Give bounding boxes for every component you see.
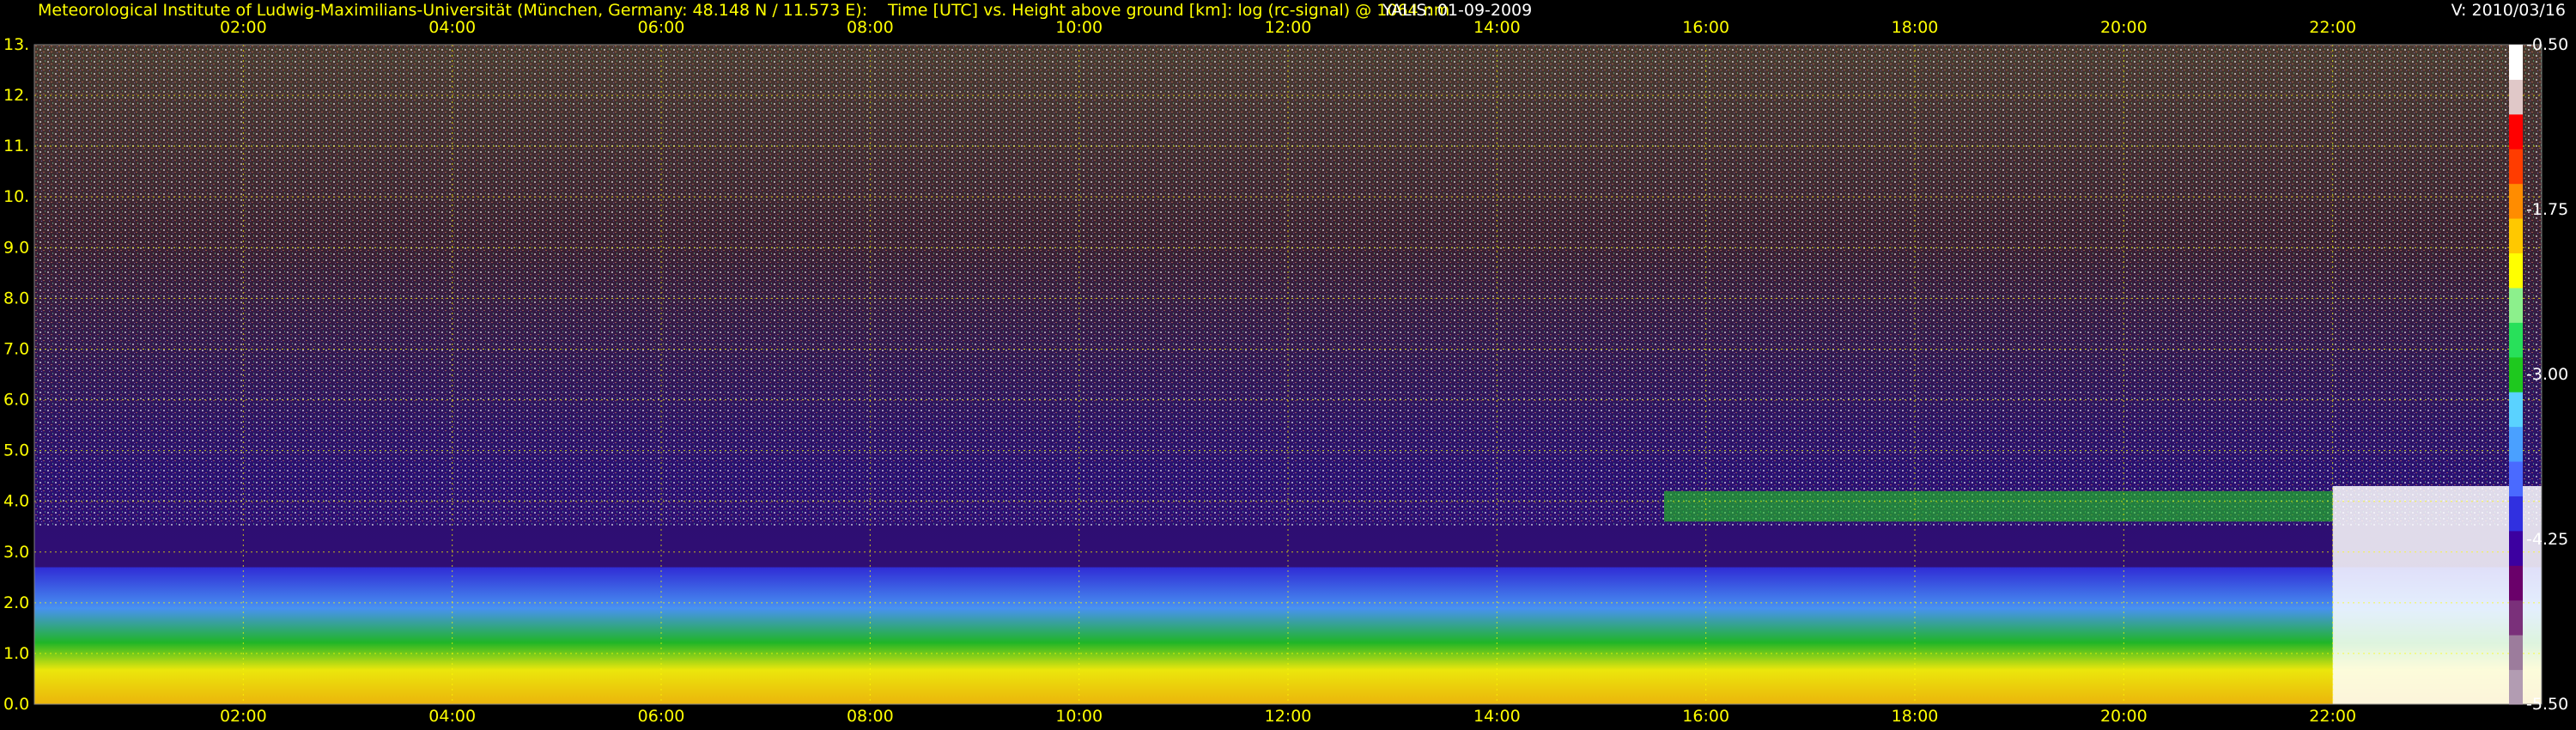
colorbar-segment: [2509, 599, 2523, 636]
y-tick-label: 6.0: [3, 391, 29, 410]
y-tick-labels: 0.0 1.0 2.0 3.0 4.0 5.0 6.0 7.0 8.0 9.0 10. 11. 12. 1…: [3, 35, 29, 714]
colorbar-segment: [2509, 252, 2523, 289]
colorbar-segment: [2509, 635, 2523, 671]
x-tick-label-top: 20:00: [2100, 18, 2148, 37]
x-tick-label-bottom: 06:00: [638, 707, 685, 726]
colorbar-segment: [2509, 149, 2523, 185]
x-tick-label-top: 06:00: [638, 18, 685, 37]
y-tick-label: 2.0: [3, 593, 29, 612]
x-tick-label-bottom: 18:00: [1892, 707, 1939, 726]
colorbar-segment: [2509, 530, 2523, 566]
x-tick-label-top: 02:00: [220, 18, 267, 37]
x-tick-label-top: 12:00: [1265, 18, 1312, 37]
x-tick-label-bottom: 04:00: [428, 707, 476, 726]
chart-title: Time [UTC] vs. Height above ground [km]:…: [887, 1, 1449, 20]
y-tick-label: 3.0: [3, 543, 29, 562]
x-tick-label-bottom: 10:00: [1055, 707, 1103, 726]
y-tick-label: 1.0: [3, 644, 29, 663]
x-tick-label-top: 08:00: [847, 18, 894, 37]
x-tick-label-bottom: 16:00: [1682, 707, 1729, 726]
colorbar-tick-label: -0.50: [2526, 35, 2568, 54]
x-tick-label-top: 18:00: [1892, 18, 1939, 37]
colorbar-segment: [2509, 356, 2523, 392]
y-tick-label: 12.: [3, 86, 29, 105]
colorbar-segment: [2509, 183, 2523, 219]
colorbar-segment: [2509, 322, 2523, 358]
colorbar-tick-label: -3.00: [2526, 365, 2568, 384]
version-label: V: 2010/03/16: [2451, 1, 2566, 20]
lidar-quicklook-chart: Meteorological Institute of Ludwig-Maxim…: [3, 1, 2568, 726]
colorbar-segment: [2509, 45, 2523, 80]
x-tick-label-bottom: 22:00: [2309, 707, 2356, 726]
colorbar-tick-label: -4.25: [2526, 530, 2568, 549]
x-tick-label-top: 14:00: [1473, 18, 1521, 37]
x-tick-label-bottom: 08:00: [847, 707, 894, 726]
institute-header: Meteorological Institute of Ludwig-Maxim…: [38, 1, 867, 20]
y-tick-label: 13.: [3, 35, 29, 54]
x-tick-label-bottom: 12:00: [1265, 707, 1312, 726]
x-tick-label-top: 04:00: [428, 18, 476, 37]
x-tick-label-bottom: 14:00: [1473, 707, 1521, 726]
y-tick-label: 7.0: [3, 339, 29, 358]
x-tick-label-top: 22:00: [2309, 18, 2356, 37]
colorbar-segment: [2509, 218, 2523, 254]
colorbar-segment: [2509, 392, 2523, 428]
y-tick-label: 10.: [3, 187, 29, 206]
x-tick-label-top: 10:00: [1055, 18, 1103, 37]
x-tick-labels-bottom: 02:00 04:00 06:00 08:00 10:00 12:00 14:00 16:00…: [220, 707, 2356, 726]
colorbar-segment: [2509, 565, 2523, 601]
y-tick-label: 5.0: [3, 441, 29, 460]
y-tick-label: 4.0: [3, 492, 29, 511]
colorbar-segment: [2509, 113, 2523, 149]
colorbar-segment: [2509, 496, 2523, 532]
y-tick-label: 9.0: [3, 238, 29, 257]
y-tick-label: 8.0: [3, 289, 29, 307]
x-tick-labels-top: 02:00 04:00 06:00 08:00 10:00 12:00 14:00 16:00…: [220, 18, 2356, 37]
x-tick-label-bottom: 20:00: [2100, 707, 2148, 726]
y-tick-label: 11.: [3, 137, 29, 155]
colorbar-segment: [2509, 79, 2523, 115]
colorbar-tick-label: -1.75: [2526, 200, 2568, 219]
colorbar-segment: [2509, 426, 2523, 462]
x-tick-label-bottom: 02:00: [220, 707, 267, 726]
colorbar-segment: [2509, 287, 2523, 323]
colorbar-segment: [2509, 669, 2523, 705]
feature-elevated-layer: [1664, 490, 2333, 522]
instrument-date: YALIS: 01-09-2009: [1382, 1, 1532, 20]
colorbar-segment: [2509, 461, 2523, 496]
colorbar-tick-label: -5.50: [2526, 695, 2568, 714]
x-tick-label-top: 16:00: [1682, 18, 1729, 37]
y-tick-label: 0.0: [3, 695, 29, 714]
